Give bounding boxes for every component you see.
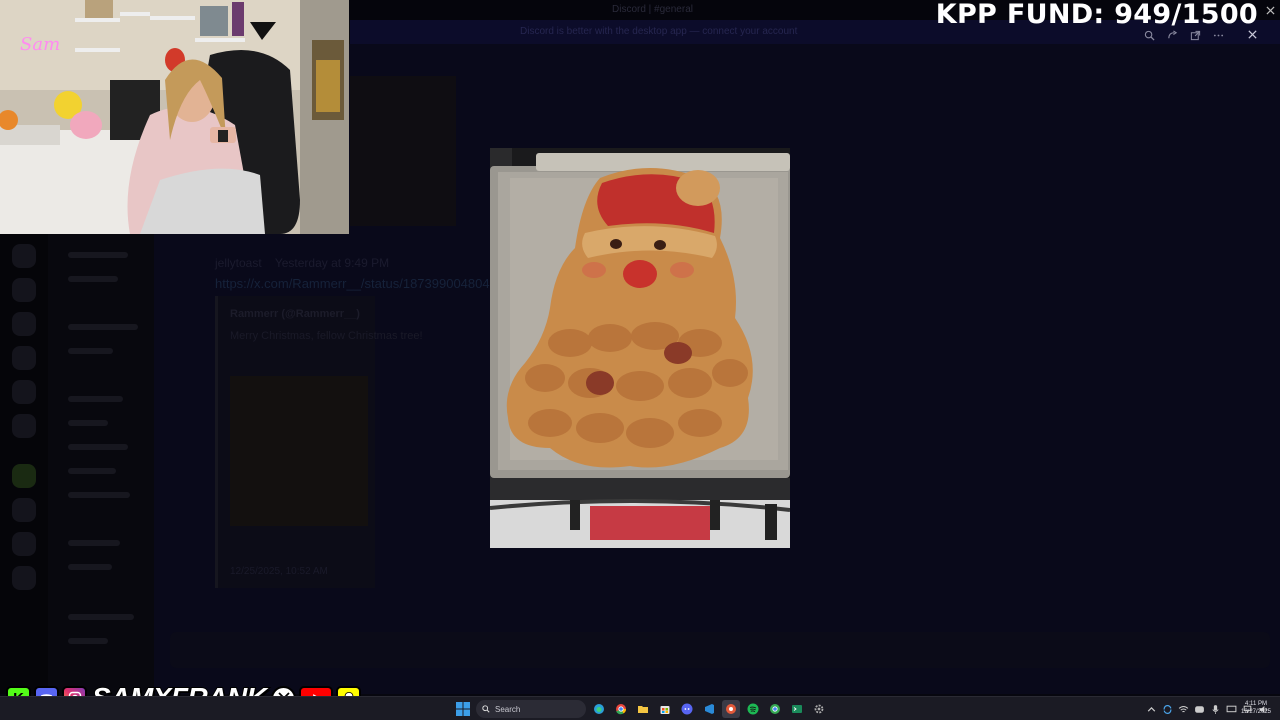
- background-server-list: [0, 234, 48, 694]
- channel-item: [68, 444, 128, 450]
- background-embed-image: [230, 376, 368, 526]
- embed-author: Rammerr (@Rammerr__): [230, 308, 360, 320]
- server-icon: [12, 464, 36, 488]
- spotify-icon[interactable]: [744, 700, 762, 718]
- neon-sign: Sam: [20, 34, 60, 55]
- background-banner-text: Discord is better with the desktop app —…: [520, 26, 798, 37]
- server-icon: [12, 278, 36, 302]
- discord-tray-icon[interactable]: [1194, 704, 1205, 715]
- channel-item: [68, 324, 138, 330]
- background-window-title: Discord | #general: [612, 4, 693, 15]
- discord-app-icon[interactable]: [678, 700, 696, 718]
- settings-icon[interactable]: [810, 700, 828, 718]
- search-icon: [482, 705, 490, 713]
- server-icon: [12, 566, 36, 590]
- chevron-up-icon[interactable]: [1146, 704, 1157, 715]
- background-message-author: jellytoast: [215, 256, 262, 270]
- channel-item: [68, 638, 108, 644]
- fund-counter: KPP FUND: 949/1500: [935, 0, 1258, 30]
- background-embed-timestamp: 12/25/2025, 10:52 AM: [230, 566, 328, 577]
- clock-date: 12/27/2025: [1240, 709, 1272, 715]
- taskbar-clock[interactable]: 4:11 PM 12/27/2025: [1236, 700, 1276, 716]
- store-icon[interactable]: [656, 700, 674, 718]
- channel-item: [68, 420, 108, 426]
- taskbar: Search 4:11 PM 12/27/2025: [0, 696, 1280, 720]
- santa-bread-photo: [490, 148, 790, 548]
- background-channel-list: [48, 234, 154, 694]
- channel-item: [68, 252, 128, 258]
- sync-icon[interactable]: [1162, 704, 1173, 715]
- background-thumbnail: [350, 76, 456, 226]
- edge-icon[interactable]: [590, 700, 608, 718]
- microphone-icon[interactable]: [1210, 704, 1221, 715]
- background-message-header: jellytoast Yesterday at 9:49 PM: [215, 256, 389, 270]
- taskbar-search[interactable]: Search: [476, 700, 586, 718]
- server-icon: [12, 498, 36, 522]
- channel-item: [68, 614, 134, 620]
- window-close-icon[interactable]: [1263, 3, 1277, 17]
- file-explorer-icon[interactable]: [634, 700, 652, 718]
- viewer-image[interactable]: [490, 148, 790, 548]
- channel-item: [68, 468, 116, 474]
- background-message-input: [170, 632, 1270, 668]
- obs-icon[interactable]: [722, 700, 740, 718]
- chrome-icon-2[interactable]: [766, 700, 784, 718]
- embed-text: Merry Christmas, fellow Christmas tree!: [230, 330, 423, 342]
- screen: Discord | #general Discord is better wit…: [0, 0, 1280, 720]
- background-message-time: Yesterday at 9:49 PM: [274, 256, 390, 270]
- webcam-feed: Sam: [0, 0, 349, 234]
- channel-item: [68, 540, 120, 546]
- channel-item: [68, 348, 113, 354]
- channel-item: [68, 564, 112, 570]
- server-icon: [12, 414, 36, 438]
- search-placeholder: Search: [495, 704, 521, 714]
- server-icon: [12, 380, 36, 404]
- server-icon: [12, 312, 36, 336]
- terminal-icon[interactable]: [788, 700, 806, 718]
- server-icon: [12, 532, 36, 556]
- channel-item: [68, 276, 118, 282]
- clock-time: 4:11 PM: [1245, 701, 1267, 707]
- webcam-overlay: Sam: [0, 0, 349, 234]
- server-icon: [12, 346, 36, 370]
- chrome-icon[interactable]: [612, 700, 630, 718]
- taskbar-apps: [590, 700, 828, 718]
- windows-start-icon[interactable]: [456, 702, 470, 716]
- vscode-icon[interactable]: [700, 700, 718, 718]
- server-icon: [12, 244, 36, 268]
- wifi-icon[interactable]: [1178, 704, 1189, 715]
- channel-item: [68, 492, 130, 498]
- channel-item: [68, 396, 123, 402]
